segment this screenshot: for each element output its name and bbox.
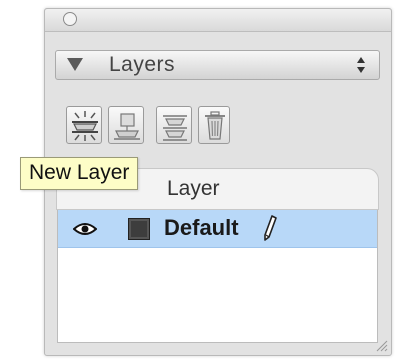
layer-color-swatch — [128, 218, 150, 240]
trash-icon — [205, 111, 225, 140]
layer-name[interactable]: Default — [164, 215, 239, 241]
close-icon[interactable] — [63, 12, 77, 26]
disclosure-triangle-icon[interactable] — [67, 58, 83, 71]
layer-options-button[interactable] — [156, 106, 192, 144]
eye-icon[interactable] — [73, 222, 97, 236]
delete-layer-button[interactable] — [198, 106, 230, 144]
layer-row[interactable]: Default — [58, 210, 377, 248]
panel-selector-dropdown[interactable]: Layers — [55, 50, 380, 80]
updown-arrows-icon — [357, 57, 365, 73]
pencil-icon[interactable] — [262, 214, 278, 242]
new-layer-icon — [72, 111, 98, 141]
new-sublayer-icon — [114, 113, 140, 140]
layer-options-icon — [163, 115, 187, 141]
panel-title: Layers — [109, 53, 176, 76]
new-sublayer-button[interactable] — [108, 106, 144, 144]
new-layer-button[interactable] — [66, 106, 102, 144]
new-layer-tooltip: New Layer — [20, 157, 139, 190]
column-header-label: Layer — [167, 177, 220, 200]
screen: Layers Layer Default New Layer — [0, 0, 398, 363]
panel-titlebar[interactable] — [45, 9, 391, 32]
layer-list: Default — [57, 210, 378, 343]
resize-grip-icon[interactable] — [374, 338, 388, 352]
